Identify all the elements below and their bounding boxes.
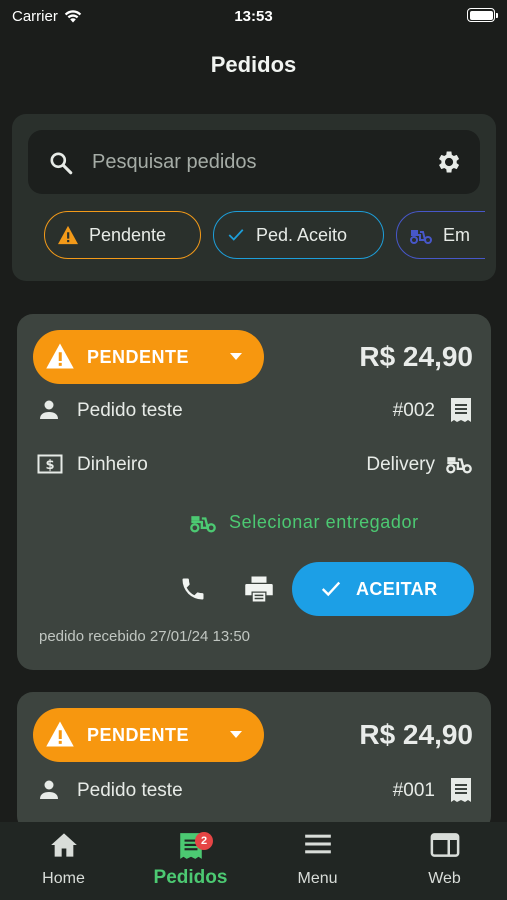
nav-pedidos[interactable]: 2 Pedidos — [127, 822, 254, 900]
order-received-timestamp: pedido recebido 27/01/24 13:50 — [39, 628, 251, 645]
filter-chip-label: Pendente — [89, 224, 167, 245]
filter-chip-em[interactable]: Em — [396, 211, 485, 259]
accept-order-label: ACEITAR — [356, 579, 438, 599]
filter-chip-label: Em — [443, 224, 470, 245]
bottom-navigation: Home 2 Pedidos Menu Web — [0, 822, 507, 900]
page-title: Pedidos — [210, 52, 297, 77]
nav-web[interactable]: Web — [381, 822, 507, 900]
warning-icon — [46, 343, 74, 369]
phone-icon — [182, 578, 204, 599]
web-window-icon — [430, 833, 459, 857]
search-icon — [50, 152, 73, 175]
order-status-dropdown[interactable]: PENDENTE — [33, 708, 264, 762]
nav-label: Home — [42, 870, 85, 887]
nav-label: Pedidos — [153, 867, 228, 888]
order-status-label: PENDENTE — [87, 725, 190, 745]
check-icon — [228, 229, 244, 241]
order-number: #001 — [392, 780, 435, 801]
accept-order-button[interactable]: ACEITAR — [292, 562, 474, 616]
status-bar: Carrier 13:53 — [0, 0, 507, 32]
filter-chip-label: Ped. Aceito — [256, 224, 348, 245]
nav-menu[interactable]: Menu — [254, 822, 381, 900]
order-customer-name: Pedido teste — [77, 780, 183, 801]
order-customer-row: Pedido teste #002 — [17, 394, 491, 426]
svg-text:$: $ — [45, 458, 54, 473]
check-icon — [321, 581, 341, 597]
delivery-scooter-icon — [446, 457, 472, 474]
chevron-down-icon — [230, 353, 242, 360]
warning-icon — [58, 225, 78, 245]
nav-home[interactable]: Home — [0, 822, 127, 900]
notification-badge: 2 — [195, 832, 213, 850]
order-price: R$ 24,90 — [359, 719, 473, 750]
status-filter-chips: Pendente Ped. Aceito Em — [32, 211, 485, 261]
delivery-scooter-icon — [410, 230, 432, 244]
chevron-down-icon — [230, 731, 242, 738]
order-delivery-type: Delivery — [366, 454, 435, 475]
delivery-scooter-icon — [190, 516, 216, 533]
order-card[interactable]: PENDENTE R$ 24,90 Pedido teste #002 $ Di… — [17, 314, 491, 670]
battery-icon — [467, 8, 498, 22]
search-box — [28, 130, 480, 194]
order-price: R$ 24,90 — [359, 341, 473, 372]
order-customer-name: Pedido teste — [77, 400, 183, 421]
order-status-label: PENDENTE — [87, 347, 190, 367]
order-number: #002 — [392, 400, 435, 421]
receipt-icon[interactable] — [449, 777, 473, 803]
order-status-dropdown[interactable]: PENDENTE — [33, 330, 264, 384]
home-icon — [50, 833, 77, 857]
cash-icon: $ — [37, 454, 63, 474]
print-button[interactable] — [243, 574, 275, 606]
select-courier-label: Selecionar entregador — [229, 511, 419, 532]
menu-icon — [304, 834, 331, 854]
select-courier-link[interactable]: Selecionar entregador — [189, 510, 419, 534]
nav-label: Web — [428, 870, 461, 887]
printer-icon — [245, 576, 273, 601]
clock: 13:53 — [234, 7, 273, 25]
filter-chip-ped-aceito[interactable]: Ped. Aceito — [213, 211, 384, 259]
order-customer-row: Pedido teste #001 — [17, 774, 491, 806]
nav-label: Menu — [297, 870, 338, 887]
search-input[interactable] — [92, 144, 412, 180]
gear-icon[interactable] — [434, 148, 462, 176]
person-icon — [40, 400, 58, 419]
order-actions: ACEITAR — [17, 562, 491, 616]
order-payment-method: Dinheiro — [77, 454, 148, 475]
receipt-icon[interactable] — [449, 397, 473, 423]
filter-chip-pendente[interactable]: Pendente — [44, 211, 201, 259]
call-button[interactable] — [177, 574, 209, 606]
order-card[interactable]: PENDENTE R$ 24,90 Pedido teste #001 — [17, 692, 491, 832]
warning-icon — [46, 721, 74, 747]
order-payment-row: $ Dinheiro Delivery — [17, 448, 491, 480]
person-icon — [40, 780, 58, 799]
